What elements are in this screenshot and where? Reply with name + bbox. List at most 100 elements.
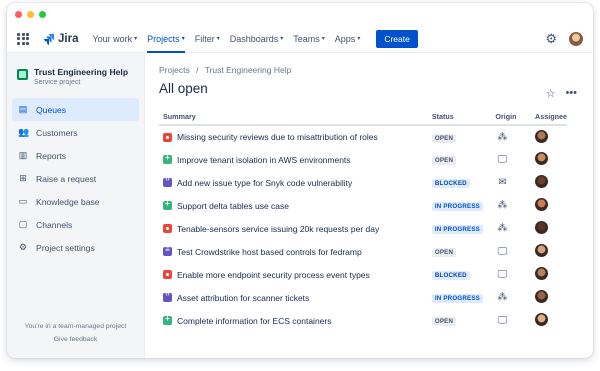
sidebar-item-customers[interactable]: 👥 Customers <box>12 121 139 144</box>
origin-header[interactable]: Origin <box>491 108 532 126</box>
nav-item-filter[interactable]: Filter ▾ <box>195 25 220 53</box>
email-icon: ✉ <box>498 177 507 188</box>
nav-item-apps[interactable]: Apps ▾ <box>335 25 361 53</box>
settings-gear-icon[interactable]: ⚙ <box>545 31 557 47</box>
breadcrumb-projects[interactable]: Projects <box>159 65 190 75</box>
summary-cell: Test Crowdstrike host based controls for… <box>159 240 428 263</box>
chevron-down-icon: ▾ <box>357 36 361 42</box>
assignee-avatar[interactable] <box>535 129 549 143</box>
customers-icon: 👥 <box>18 127 30 137</box>
more-actions-icon[interactable]: ••• <box>565 87 577 100</box>
assignee-cell <box>531 171 567 194</box>
nav-item-label: Dashboards <box>229 33 279 44</box>
maximize-window-icon[interactable] <box>39 10 46 18</box>
sidebar-item-raise-a-request[interactable]: ⊞ Raise a request <box>12 167 139 190</box>
table-row[interactable]: Test Crowdstrike host based controls for… <box>159 240 567 263</box>
main-content: Projects / Trust Engineering Help All op… <box>145 53 593 358</box>
monitor-icon: 🖵 <box>497 269 508 280</box>
sidebar-item-knowledge-base[interactable]: ▭ Knowledge base <box>12 190 139 213</box>
origin-cell: ⁂ <box>491 286 531 309</box>
jira-logo-icon <box>44 33 54 45</box>
issue-summary-link[interactable]: Missing security reviews due to misattri… <box>177 132 378 142</box>
table-row[interactable]: Complete information for ECS containers O… <box>159 309 567 332</box>
assignee-cell <box>531 309 567 332</box>
raise-request-icon: ⊞ <box>19 173 27 183</box>
sidebar-item-queues[interactable]: ▤ Queues <box>12 98 139 121</box>
issue-summary-link[interactable]: Asset attribution for scanner tickets <box>177 293 309 303</box>
assignee-header[interactable]: Assignee <box>531 108 567 126</box>
status-badge[interactable]: OPEN <box>431 317 457 326</box>
jira-logo[interactable]: Jira <box>43 33 78 45</box>
status-header[interactable]: Status <box>427 108 492 126</box>
create-button[interactable]: Create <box>376 29 418 48</box>
user-avatar[interactable] <box>569 31 583 46</box>
status-badge[interactable]: OPEN <box>431 156 457 165</box>
project-avatar-icon <box>17 69 28 80</box>
status-badge[interactable]: BLOCKED <box>431 179 470 188</box>
issue-summary-link[interactable]: Add new issue type for Snyk code vulnera… <box>177 178 352 188</box>
app-switcher-icon[interactable] <box>17 32 29 45</box>
status-cell: IN PROGRESS <box>428 286 492 309</box>
status-badge[interactable]: IN PROGRESS <box>431 202 484 211</box>
slack-icon: ⁂ <box>497 292 508 303</box>
breadcrumb: Projects / Trust Engineering Help <box>159 65 579 75</box>
minimize-window-icon[interactable] <box>27 10 34 18</box>
status-badge[interactable]: IN PROGRESS <box>431 294 484 303</box>
assignee-cell <box>531 217 567 240</box>
status-badge[interactable]: BLOCKED <box>431 271 470 280</box>
nav-item-label: Projects <box>147 33 180 44</box>
assignee-avatar[interactable] <box>535 313 549 326</box>
issue-summary-link[interactable]: Test Crowdstrike host based controls for… <box>177 247 362 257</box>
status-cell: BLOCKED <box>428 263 492 286</box>
sidebar-item-project-settings[interactable]: ⚙ Project settings <box>12 236 139 259</box>
status-badge[interactable]: IN PROGRESS <box>431 225 484 234</box>
summary-cell: Tenable-sensors service issuing 20k requ… <box>159 217 428 240</box>
sidebar-item-label: Channels <box>36 219 73 230</box>
nav-item-dashboards[interactable]: Dashboards ▾ <box>230 25 284 53</box>
issue-summary-link[interactable]: Tenable-sensors service issuing 20k requ… <box>177 224 379 234</box>
assignee-avatar[interactable] <box>535 152 549 165</box>
nav-item-your-work[interactable]: Your work ▾ <box>92 25 137 53</box>
status-badge[interactable]: OPEN <box>431 248 457 257</box>
issue-summary-link[interactable]: Complete information for ECS containers <box>177 316 332 326</box>
assignee-avatar[interactable] <box>535 267 549 280</box>
assignee-avatar[interactable] <box>535 244 549 257</box>
origin-cell: ⁂ <box>491 125 531 148</box>
table-row[interactable]: Add new issue type for Snyk code vulnera… <box>159 171 567 194</box>
issue-summary-link[interactable]: Enable more endpoint security process ev… <box>177 270 370 280</box>
summary-header[interactable]: Summary <box>159 108 428 126</box>
assignee-avatar[interactable] <box>535 290 549 303</box>
status-badge[interactable]: OPEN <box>431 133 457 143</box>
table-row[interactable]: Enable more endpoint security process ev… <box>159 263 567 286</box>
breadcrumb-project[interactable]: Trust Engineering Help <box>205 65 292 75</box>
close-window-icon[interactable] <box>15 10 22 18</box>
sidebar-item-reports[interactable]: ▥ Reports <box>12 144 139 167</box>
knowledge-base-icon: ▭ <box>18 196 28 206</box>
assignee-avatar[interactable] <box>535 221 549 234</box>
sidebar: Trust Engineering Help Service project ▤… <box>7 53 145 358</box>
story-issue-type-icon <box>163 199 172 210</box>
nav-item-teams[interactable]: Teams ▾ <box>293 25 325 53</box>
assignee-avatar[interactable] <box>535 198 549 211</box>
issue-summary-link[interactable]: Support delta tables use case <box>177 201 289 211</box>
table-row[interactable]: Asset attribution for scanner tickets IN … <box>159 286 567 309</box>
table-row[interactable]: Improve tenant isolation in AWS environm… <box>159 148 567 171</box>
table-row[interactable]: Support delta tables use case IN PROGRESS… <box>159 194 567 217</box>
logo-text: Jira <box>58 32 79 45</box>
summary-cell: Complete information for ECS containers <box>159 309 428 332</box>
issue-summary-link[interactable]: Improve tenant isolation in AWS environm… <box>177 155 351 165</box>
table-row[interactable]: Missing security reviews due to misattri… <box>159 125 567 148</box>
slack-icon: ⁂ <box>497 131 508 143</box>
sidebar-item-label: Project settings <box>36 242 95 253</box>
give-feedback-link[interactable]: Give feedback <box>7 333 144 346</box>
star-icon[interactable]: ☆ <box>546 87 556 100</box>
project-header[interactable]: Trust Engineering Help Service project <box>7 67 144 86</box>
sidebar-item-label: Customers <box>36 127 78 138</box>
chevron-down-icon: ▾ <box>321 36 325 42</box>
sidebar-item-label: Reports <box>36 150 67 161</box>
table-row[interactable]: Tenable-sensors service issuing 20k requ… <box>159 217 567 240</box>
chevron-down-icon: ▾ <box>280 36 284 42</box>
nav-item-projects[interactable]: Projects ▾ <box>147 25 185 53</box>
sidebar-item-channels[interactable]: ▢ Channels <box>12 213 139 236</box>
assignee-avatar[interactable] <box>535 175 549 188</box>
